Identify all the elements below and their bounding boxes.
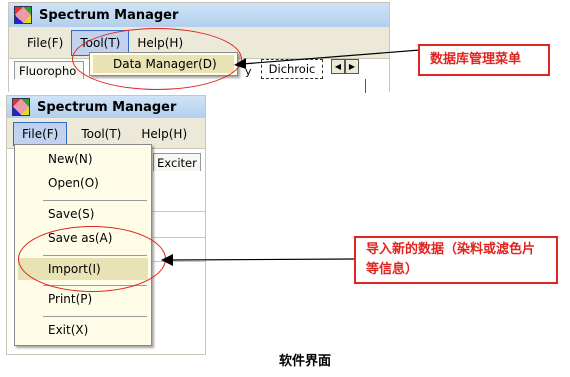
bottom-title-bar: Spectrum Manager bbox=[7, 96, 205, 118]
menu-help[interactable]: Help(H) bbox=[133, 123, 195, 145]
menu-item-new[interactable]: New(N) bbox=[15, 148, 151, 170]
app-icon bbox=[12, 98, 30, 116]
menu-item-open[interactable]: Open(O) bbox=[15, 172, 151, 194]
menu-file[interactable]: File(F) bbox=[13, 122, 68, 146]
menu-tool[interactable]: Tool(T) bbox=[73, 123, 129, 145]
highlight-ellipse-import bbox=[18, 226, 166, 292]
app-icon bbox=[14, 6, 32, 24]
callout-import: 导入新的数据（染料或滤色片等信息） bbox=[354, 236, 558, 284]
callout-data-manager-text: 数据库管理菜单 bbox=[430, 52, 522, 67]
menu-file[interactable]: File(F) bbox=[19, 31, 71, 55]
tab-exciter[interactable]: Exciter bbox=[153, 153, 201, 171]
content-line bbox=[153, 211, 205, 212]
callout-import-text: 导入新的数据（染料或滤色片等信息） bbox=[366, 242, 536, 277]
menu-separator bbox=[43, 316, 147, 317]
top-right-edge bbox=[365, 79, 366, 93]
arrow-data-manager bbox=[234, 49, 421, 69]
top-title-bar: Spectrum Manager bbox=[9, 3, 389, 27]
bottom-menu-bar: File(F) Tool(T) Help(H) bbox=[7, 122, 205, 146]
menu-item-save[interactable]: Save(S) bbox=[15, 203, 151, 225]
menu-item-exit[interactable]: Exit(X) bbox=[15, 319, 151, 341]
highlight-ellipse-data-manager bbox=[72, 28, 242, 90]
window-title: Spectrum Manager bbox=[39, 7, 179, 23]
content-line bbox=[153, 237, 205, 238]
menu-separator bbox=[43, 200, 147, 201]
callout-data-manager: 数据库管理菜单 bbox=[418, 44, 550, 76]
window-title: Spectrum Manager bbox=[37, 99, 177, 115]
figure-caption: 软件界面 bbox=[278, 354, 331, 369]
arrow-import bbox=[161, 254, 355, 266]
